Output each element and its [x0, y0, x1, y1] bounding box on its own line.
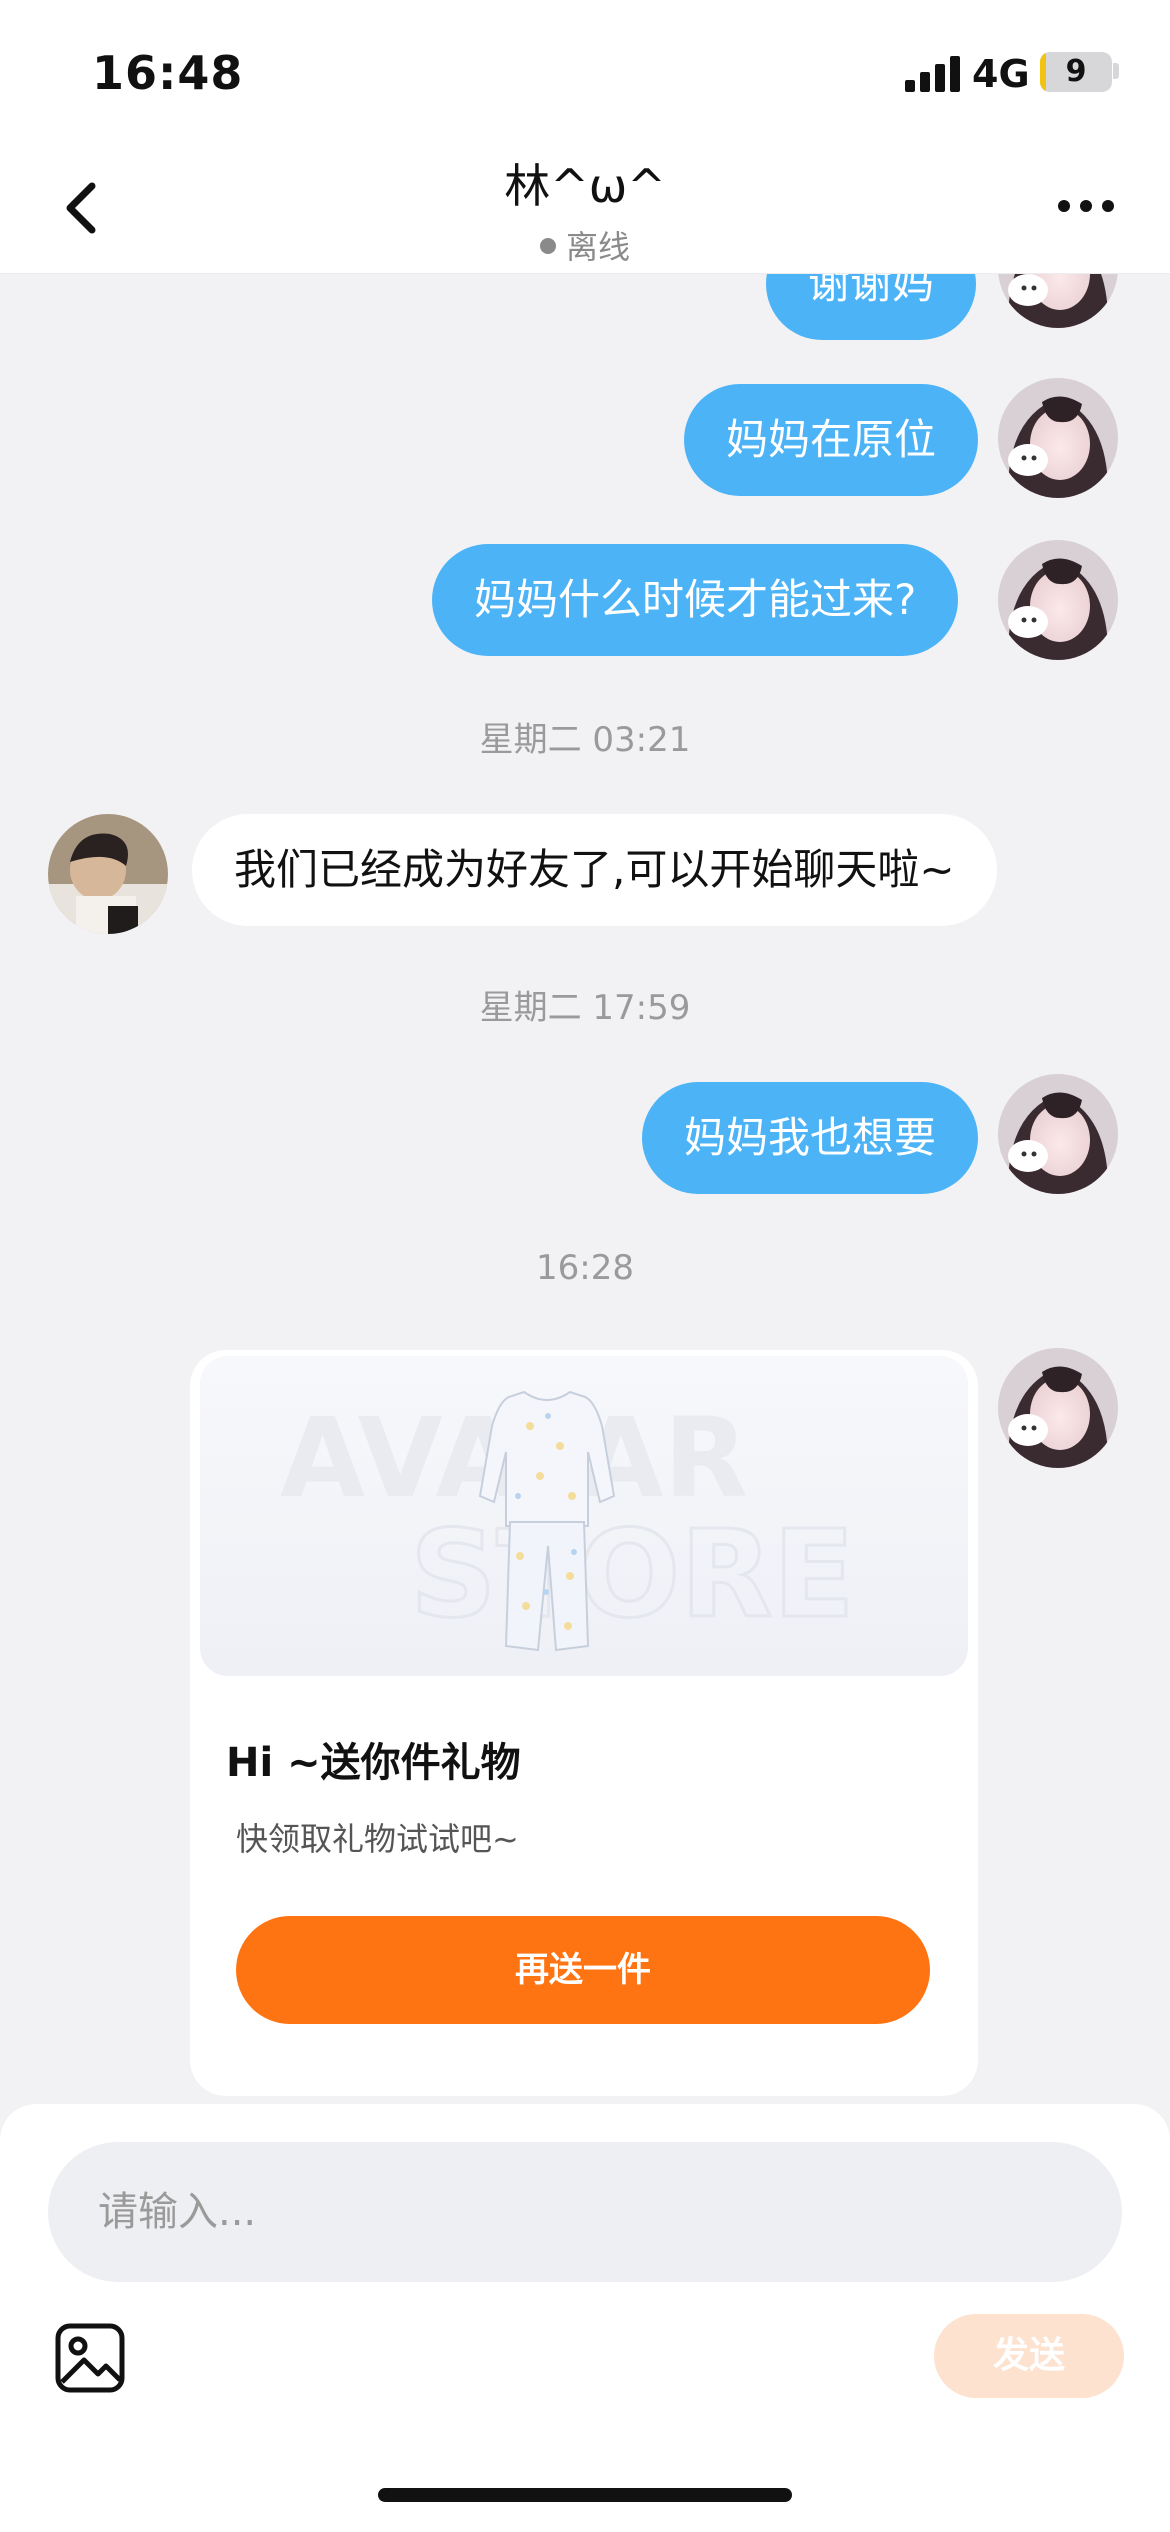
send-another-gift-button[interactable]: 再送一件 [236, 1916, 930, 2024]
timestamp: 星期二 03:21 [479, 720, 691, 760]
contact-name: 林^ω^ [504, 159, 666, 213]
gift-title: Hi ~送你件礼物 [226, 1740, 521, 1786]
gift-image[interactable]: AVATAR STORE [200, 1356, 968, 1676]
message-bubble-outgoing[interactable]: 妈妈在原位 [684, 384, 979, 496]
status-text: 离线 [565, 228, 630, 266]
signal-icon [905, 56, 960, 92]
my-avatar[interactable] [998, 1348, 1118, 1468]
my-avatar[interactable] [998, 274, 1118, 328]
girl-avatar-icon [998, 378, 1118, 498]
pajamas-gift-image: AVATAR STORE [280, 1390, 856, 1652]
image-picker-icon[interactable] [54, 2322, 126, 2394]
my-avatar[interactable] [998, 1074, 1118, 1194]
message-bubble-incoming[interactable]: 我们已经成为好友了,可以开始聊天啦~ [192, 814, 997, 926]
status-dot [539, 238, 556, 254]
home-indicator [378, 2488, 792, 2502]
gift-card[interactable]: AVATAR STORE Hi ~送你件礼物 快领取礼物试试吧~ 再送一件 [190, 1350, 978, 2096]
message-bubble-outgoing[interactable]: 妈妈我也想要 [642, 1082, 979, 1194]
status-time: 16:48 [92, 46, 244, 100]
my-avatar[interactable] [998, 378, 1118, 498]
online-status: 离线 [0, 222, 1170, 268]
chat-header: 林^ω^ 离线 [0, 140, 1170, 274]
timestamp: 星期二 17:59 [479, 988, 691, 1028]
girl-avatar-icon [998, 1074, 1118, 1194]
network-label: 4G [972, 52, 1030, 96]
gift-subtitle: 快领取礼物试试吧~ [236, 1820, 519, 1858]
message-bubble-outgoing[interactable]: 妈妈什么时候才能过来? [432, 544, 959, 656]
battery-icon: 9 [1040, 52, 1112, 92]
girl-avatar-icon [998, 274, 1118, 328]
my-avatar[interactable] [998, 540, 1118, 660]
status-bar: 16:48 4G 9 [0, 0, 1170, 140]
message-input[interactable]: 请输入... [48, 2142, 1122, 2282]
boy-avatar-icon [48, 814, 168, 934]
more-options-icon[interactable] [1056, 196, 1116, 216]
battery-level: 9 [1065, 54, 1087, 89]
contact-avatar[interactable] [48, 814, 168, 934]
store-watermark: STORE [410, 1506, 855, 1645]
girl-avatar-icon [998, 540, 1118, 660]
send-button[interactable]: 发送 [934, 2314, 1124, 2398]
timestamp: 16:28 [536, 1248, 634, 1288]
message-list[interactable]: 谢谢妈 妈妈在原位 妈妈什么时候才能过来? 星期二 03:21 我们已经成为好友… [0, 274, 1170, 2104]
girl-avatar-icon [998, 1348, 1118, 1468]
message-bubble-outgoing[interactable]: 谢谢妈 [766, 274, 977, 340]
composer: 请输入... 发送 [0, 2104, 1170, 2532]
battery-cap [1113, 63, 1119, 79]
